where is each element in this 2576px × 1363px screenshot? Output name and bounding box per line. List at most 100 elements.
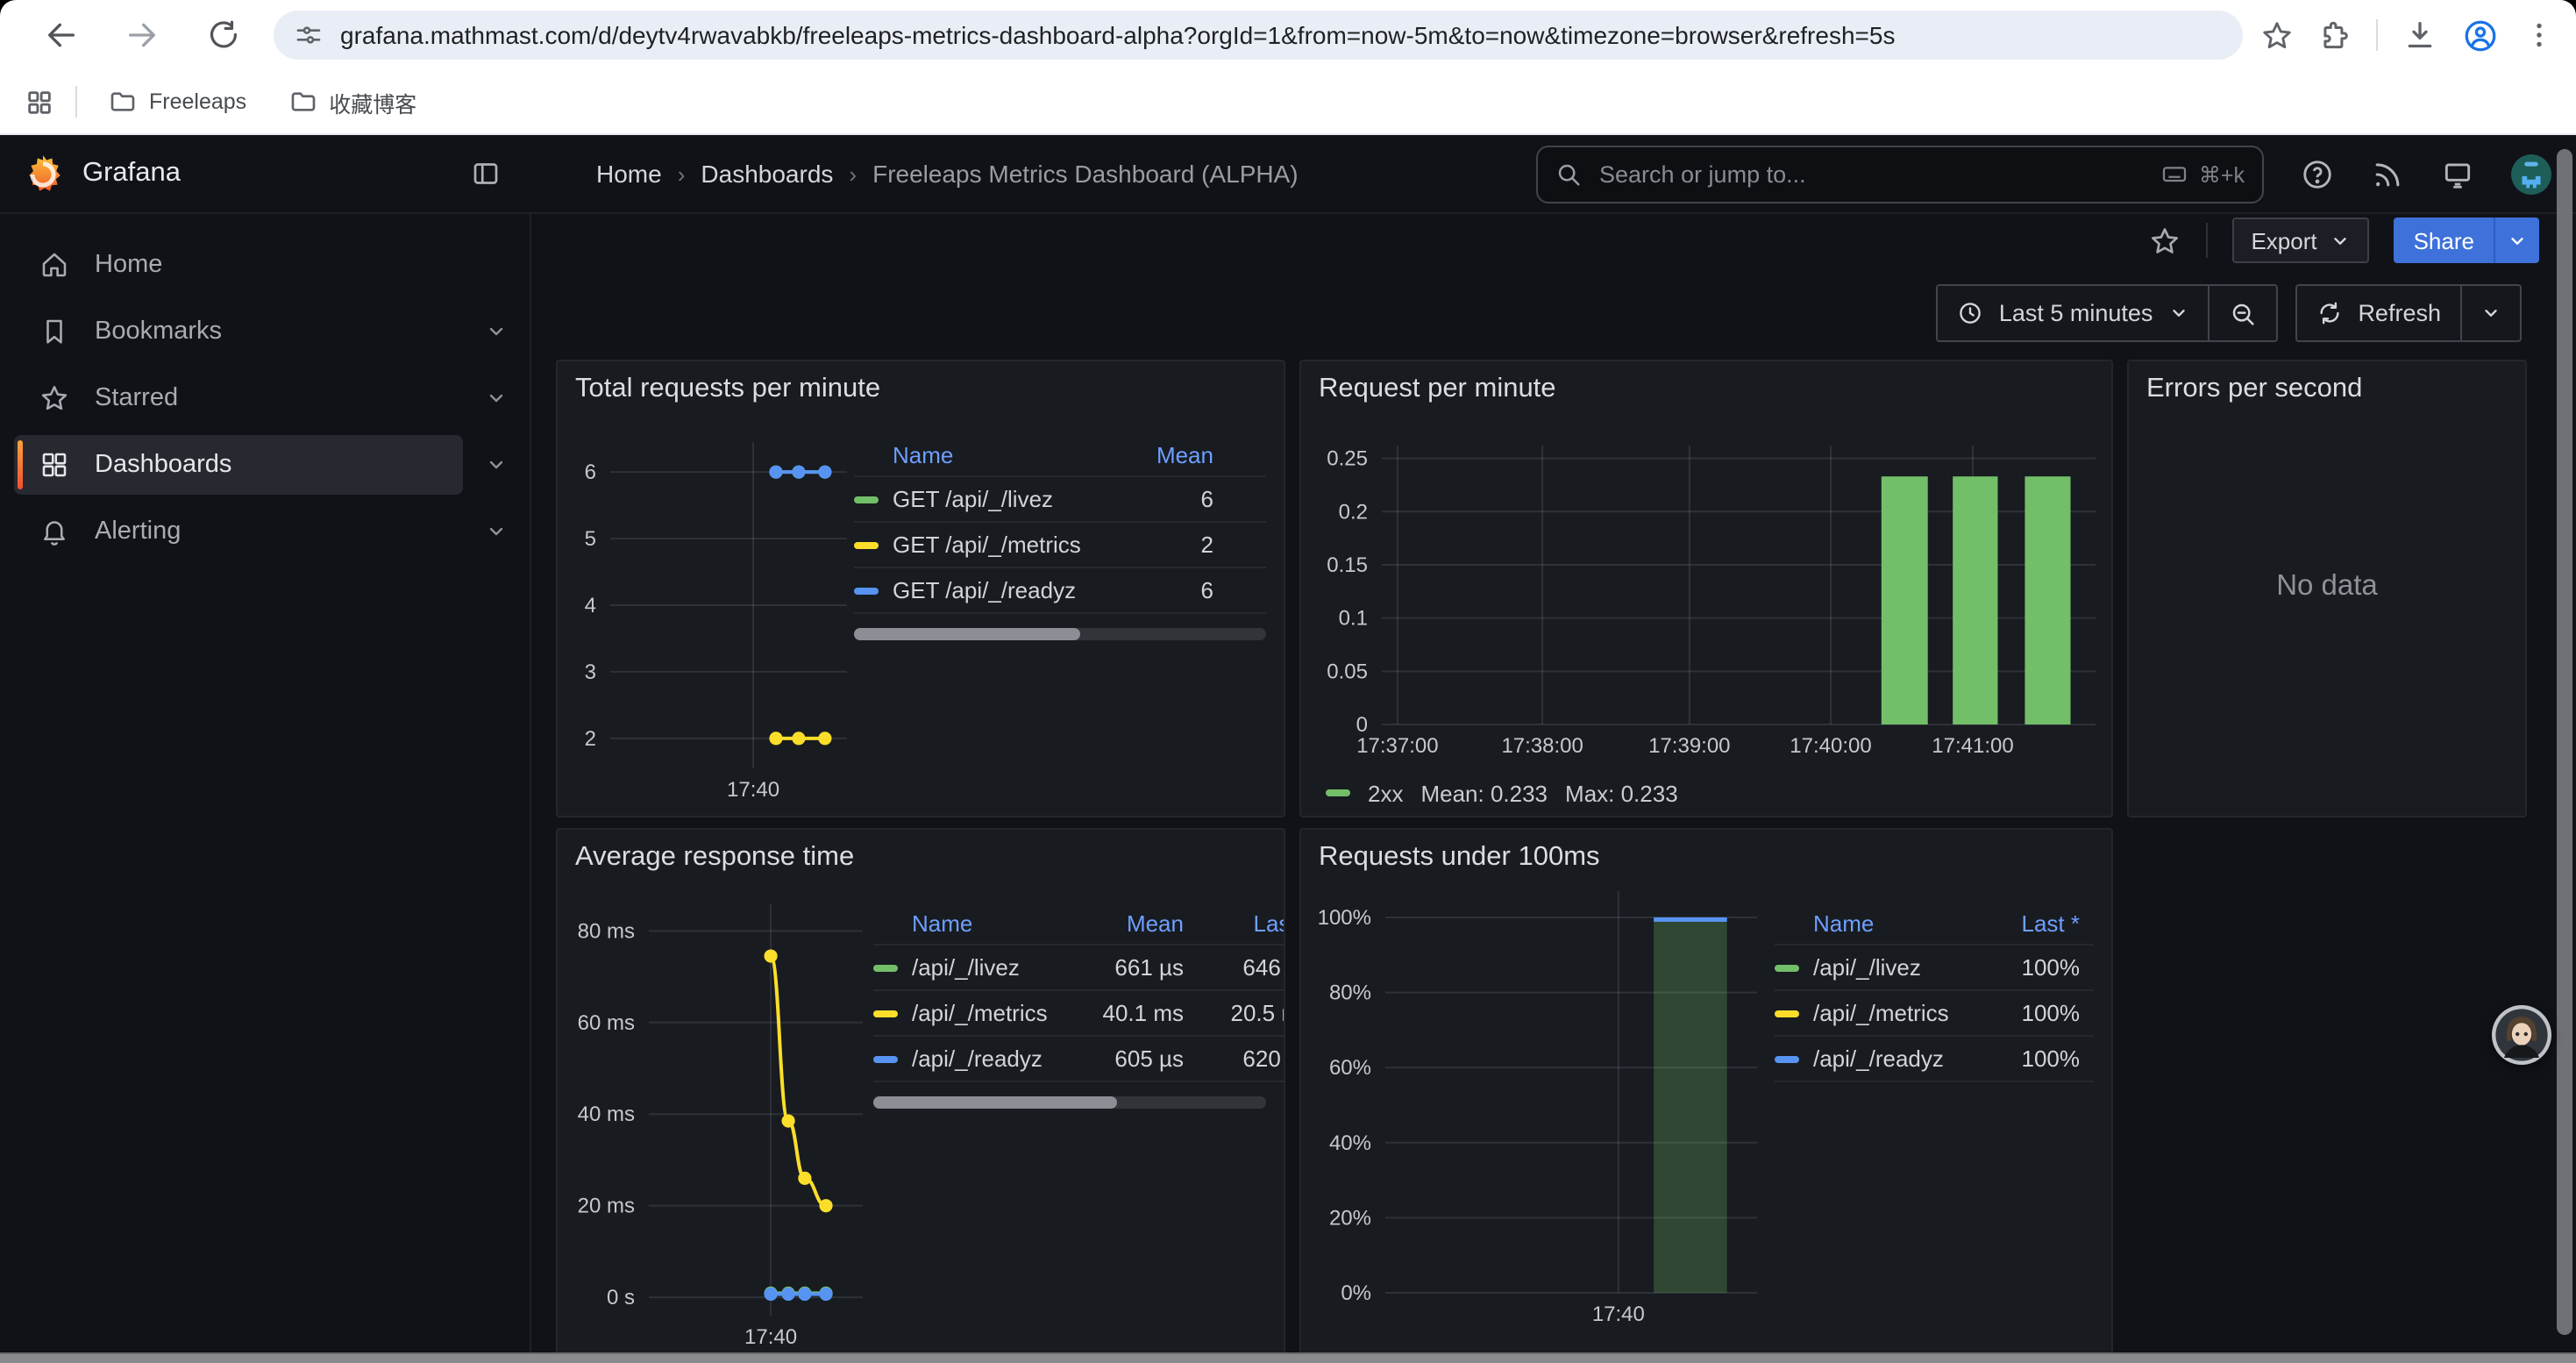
breadcrumb-separator: › <box>678 161 686 187</box>
news-rss-icon[interactable] <box>2371 157 2404 190</box>
breadcrumb-home[interactable]: Home <box>596 160 662 188</box>
svg-text:17:38:00: 17:38:00 <box>1501 734 1583 758</box>
dock-menu-icon[interactable] <box>470 158 502 189</box>
help-icon[interactable] <box>2301 157 2334 190</box>
chevron-down-icon[interactable] <box>463 388 530 409</box>
user-avatar[interactable] <box>2511 153 2551 194</box>
svg-text:60%: 60% <box>1329 1056 1371 1080</box>
svg-text:0%: 0% <box>1341 1281 1371 1305</box>
legend-header[interactable]: NameMean <box>854 435 1266 475</box>
sidebar-item-dashboards: Dashboards <box>0 432 530 498</box>
profile-icon[interactable] <box>2462 17 2499 54</box>
forward-icon[interactable] <box>121 14 163 56</box>
refresh-button[interactable]: Refresh <box>2296 287 2460 341</box>
legend-row[interactable]: GET /api/_/readyz6 <box>854 567 1266 614</box>
bookmark-folder-freeleaps[interactable]: Freeleaps <box>98 82 257 121</box>
series-swatch <box>1775 964 1799 971</box>
series-swatch <box>854 541 879 548</box>
legend-header[interactable]: NameMeanLast * <box>873 903 1285 944</box>
chevron-down-icon <box>2168 304 2188 324</box>
panel-title[interactable]: Errors per second <box>2129 361 2525 410</box>
avg-response-time-chart: 80 ms60 ms40 ms20 ms0 s17:40 <box>572 879 873 1349</box>
series-swatch <box>873 1055 898 1062</box>
legend-row[interactable]: /api/_/livez661 µs646 µs <box>873 944 1285 989</box>
legend-row[interactable]: /api/_/readyz605 µs620 µs <box>873 1035 1285 1082</box>
favorite-star-icon[interactable] <box>2147 225 2181 258</box>
svg-text:17:39:00: 17:39:00 <box>1648 734 1730 758</box>
series-swatch <box>1775 1010 1799 1017</box>
browser-menu-icon[interactable] <box>2523 19 2555 51</box>
sidebar-item-label: Starred <box>95 384 178 412</box>
legend-row[interactable]: /api/_/livez100% <box>1775 944 2094 989</box>
panel-request-per-minute: Request per minute 0.250.20.150.10.05017… <box>1299 360 2113 817</box>
site-settings-icon[interactable] <box>295 21 323 49</box>
legend-row[interactable]: /api/_/metrics100% <box>1775 989 2094 1035</box>
series-mean: Mean: 0.233 <box>1420 780 1548 806</box>
toolbar-divider <box>2376 19 2378 51</box>
sidebar-item-label: Alerting <box>95 517 181 546</box>
bookmarks-divider <box>75 86 77 118</box>
panel-title[interactable]: Total requests per minute <box>558 361 1284 410</box>
zoom-out-button[interactable] <box>2207 287 2275 341</box>
time-range-button[interactable]: Last 5 minutes <box>1938 287 2208 341</box>
bell-icon <box>39 516 70 547</box>
breadcrumb-dashboards[interactable]: Dashboards <box>701 160 833 188</box>
search-shortcut: ⌘+k <box>2160 160 2245 188</box>
series-name: 2xx <box>1368 780 1403 806</box>
vertical-scrollbar[interactable] <box>2557 149 2572 1335</box>
share-menu-button[interactable] <box>2494 218 2539 264</box>
chevron-down-icon[interactable] <box>463 521 530 542</box>
downloads-icon[interactable] <box>2402 18 2437 53</box>
legend-row[interactable]: /api/_/metrics40.1 ms20.5 ms <box>873 989 1285 1035</box>
back-icon[interactable] <box>40 14 82 56</box>
panel-avg-response-time: Average response time 80 ms60 ms40 ms20 … <box>556 828 1285 1356</box>
legend-scrollbar[interactable] <box>873 1096 1266 1109</box>
folder-icon <box>288 88 317 116</box>
refresh-interval-button[interactable] <box>2460 287 2520 341</box>
search-input[interactable] <box>1596 159 2146 189</box>
bookmark-label: 收藏博客 <box>329 85 416 118</box>
toolbar-actions <box>2260 17 2555 54</box>
bookmark-star-icon[interactable] <box>2260 18 2294 52</box>
assistant-avatar[interactable] <box>2492 1005 2551 1065</box>
svg-text:17:41:00: 17:41:00 <box>1932 734 2013 758</box>
series-swatch <box>854 496 879 503</box>
legend-row[interactable]: GET /api/_/livez6 <box>854 475 1266 521</box>
url-bar[interactable]: grafana.mathmast.com/d/deytv4rwavabkb/fr… <box>274 11 2243 60</box>
chevron-down-icon[interactable] <box>463 321 530 342</box>
monitor-icon[interactable] <box>2441 157 2474 190</box>
avg-response-time-legend: NameMeanLast */api/_/livez661 µs646 µs/a… <box>873 903 1266 1349</box>
panel-title[interactable]: Requests under 100ms <box>1301 830 2111 879</box>
panel-errors-per-second: Errors per second No data <box>2127 360 2527 817</box>
svg-text:60 ms: 60 ms <box>578 1011 635 1035</box>
legend-row[interactable]: /api/_/readyz100% <box>1775 1035 2094 1082</box>
panel-requests-under-100ms: Requests under 100ms 100%80%60%40%20%0%1… <box>1299 828 2113 1356</box>
reload-icon[interactable] <box>202 14 244 56</box>
request-per-minute-legend[interactable]: 2xx Mean: 0.233 Max: 0.233 <box>1301 774 2111 812</box>
app-body: Home Bookmarks <box>0 214 2576 1356</box>
apps-shortcut-icon[interactable] <box>25 87 54 117</box>
svg-text:5: 5 <box>585 527 596 551</box>
svg-text:2: 2 <box>585 727 596 751</box>
grafana-logo[interactable] <box>21 152 65 196</box>
svg-text:0.05: 0.05 <box>1327 660 1368 683</box>
brand-title: Grafana <box>82 158 181 189</box>
url-text[interactable]: grafana.mathmast.com/d/deytv4rwavabkb/fr… <box>340 21 2232 49</box>
legend-scrollbar[interactable] <box>854 628 1266 640</box>
extensions-icon[interactable] <box>2318 18 2352 52</box>
legend-header[interactable]: NameLast * <box>1775 903 2094 944</box>
legend-row[interactable]: GET /api/_/metrics2 <box>854 521 1266 567</box>
svg-text:6: 6 <box>585 460 596 484</box>
panel-title[interactable]: Average response time <box>558 830 1284 879</box>
chevron-down-icon[interactable] <box>463 454 530 475</box>
export-button[interactable]: Export <box>2231 218 2369 264</box>
svg-text:3: 3 <box>585 660 596 684</box>
sidebar-item-label: Home <box>95 251 162 279</box>
bookmark-folder-blogs[interactable]: 收藏博客 <box>278 80 427 124</box>
panel-title[interactable]: Request per minute <box>1301 361 2111 410</box>
svg-text:17:37:00: 17:37:00 <box>1356 734 1438 758</box>
bookmarks-bar: Freeleaps 收藏博客 <box>0 70 2576 135</box>
share-button[interactable]: Share <box>2395 218 2494 264</box>
search-box[interactable]: ⌘+k <box>1536 145 2264 203</box>
refresh-icon <box>2316 301 2342 327</box>
